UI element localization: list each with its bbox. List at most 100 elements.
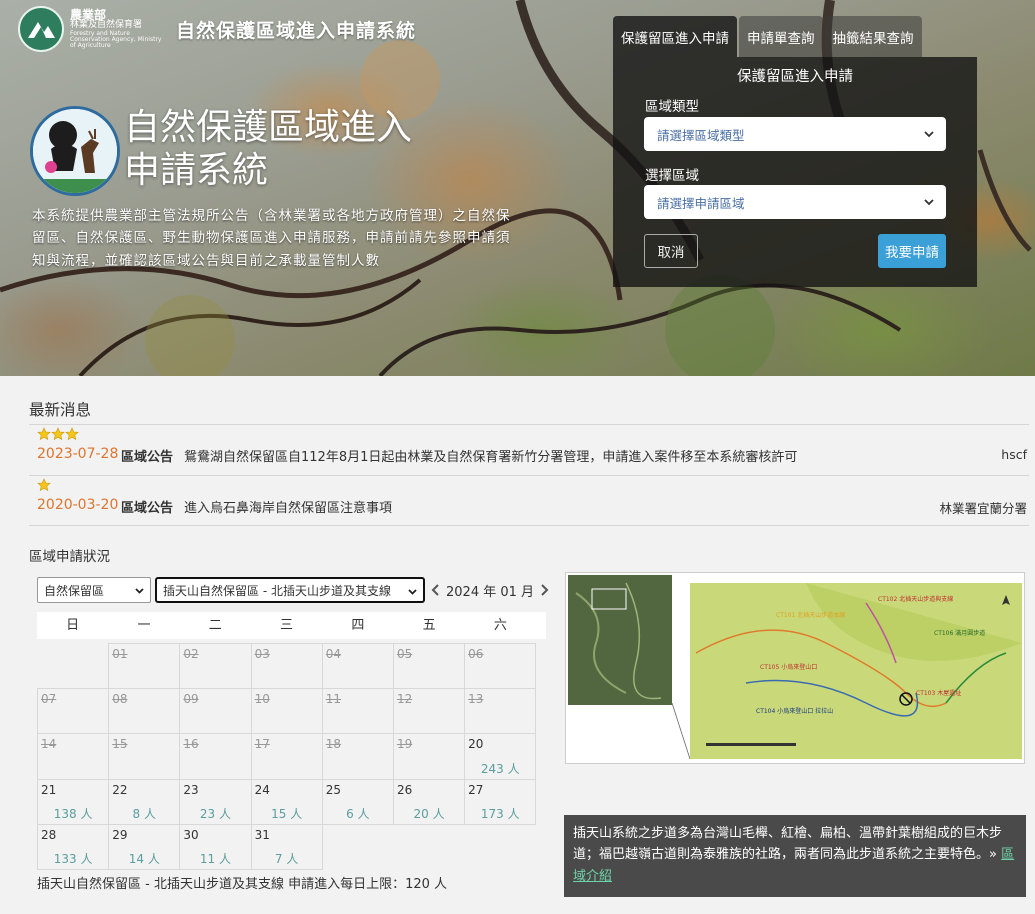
limit-value: 120 — [405, 877, 430, 892]
calendar-day-cell[interactable]: 25 6 人 — [321, 778, 394, 825]
calendar-day-cell[interactable]: 01 — [108, 643, 181, 690]
calendar-day-cell[interactable]: 04 — [321, 643, 394, 690]
news-stars — [37, 427, 79, 443]
month-label: 2024 年 01 月 — [446, 584, 535, 600]
calendar-day-cell[interactable]: 26 20 人 — [392, 778, 466, 825]
calendar-day-cell[interactable]: 06 — [464, 643, 537, 690]
chevron-down-icon — [924, 131, 934, 138]
tab-entry-application[interactable]: 保護留區進入申請 — [613, 16, 737, 57]
calendar-day-number: 21 — [41, 782, 57, 797]
org-en: Forestry and Nature Conservation Agency,… — [70, 29, 162, 50]
calendar-day-cell[interactable]: 20 243 人 — [464, 733, 537, 780]
calendar-day-cell[interactable]: 21 138 人 — [37, 778, 110, 825]
weekday-sun: 日 — [66, 618, 80, 633]
tab-lottery-result[interactable]: 抽籤結果查詢 — [824, 16, 922, 57]
calendar-day-count: 11 人 — [199, 851, 232, 866]
calendar-day-cell[interactable]: 29 14 人 — [108, 823, 181, 870]
calendar-day-number: 14 — [41, 737, 57, 752]
news-title-link[interactable]: 進入烏石鼻海岸自然保留區注意事項 — [184, 497, 392, 516]
trail-map[interactable]: CT102 北插天山步道與支線 CT101 北插天山步道本線 CT106 滿月圓… — [565, 572, 1025, 764]
area-info-text: 插天山系統之步道多為台灣山毛櫸、紅檜、扁柏、溫帶針葉樹組成的巨木步道；福巴越嶺古… — [573, 826, 1003, 863]
cancel-button[interactable]: 取消 — [644, 234, 698, 268]
calendar-day-cell[interactable]: 11 — [321, 688, 394, 735]
chevron-right-icon[interactable] — [538, 583, 550, 597]
month-nav: 2024 年 01 月 — [430, 580, 550, 600]
trail-map-illustration: CT102 北插天山步道與支線 CT101 北插天山步道本線 CT106 滿月圓… — [568, 575, 1022, 760]
area-dropdown[interactable]: 插天山自然保留區 - 北插天山步道及其支線 — [155, 577, 425, 603]
chevron-down-icon — [924, 199, 934, 206]
calendar-day-count: 20 人 — [413, 806, 445, 821]
calendar-day-cell[interactable]: 19 — [392, 733, 466, 780]
hero-description: 本系統提供農業部主管法規所公告（含林業署或各地方政府管理）之自然保留區、自然保護… — [32, 208, 511, 269]
calendar-day-cell[interactable]: 30 11 人 — [179, 823, 252, 870]
calendar-day-cell[interactable]: 05 — [392, 643, 466, 690]
calendar-day-number: 27 — [468, 782, 484, 797]
calendar-day-cell[interactable]: 07 — [37, 688, 110, 735]
calendar-day-cell[interactable]: 03 — [250, 643, 323, 690]
calendar-day-cell[interactable]: 23 23 人 — [179, 778, 252, 825]
weekday-wed: 三 — [280, 618, 294, 633]
area-select[interactable]: 請選擇申請區域 — [644, 185, 946, 219]
panel-title: 保護留區進入申請 — [737, 69, 853, 85]
calendar-day-cell[interactable]: 15 — [108, 733, 181, 780]
calendar-day-number: 24 — [254, 782, 270, 797]
area-dropdown-value: 插天山自然保留區 - 北插天山步道及其支線 — [163, 583, 391, 598]
apply-button[interactable]: 我要申請 — [878, 234, 946, 268]
weekday-thu: 四 — [351, 618, 365, 633]
area-type-select[interactable]: 請選擇區域類型 — [644, 117, 946, 151]
calendar-day-cell — [37, 643, 109, 689]
calendar-day-number: 08 — [112, 692, 128, 707]
top-bar: 農業部 林業及自然保育署 Forestry and Nature Conserv… — [18, 6, 416, 52]
calendar-day-number: 16 — [183, 737, 199, 752]
calendar-day-cell[interactable]: 10 — [250, 688, 323, 735]
calendar-day-cell[interactable]: 17 — [250, 733, 323, 780]
calendar-day-count: 243 人 — [480, 761, 520, 776]
calendar-day-number: 09 — [183, 692, 199, 707]
news-date: 2020-03-20 — [37, 497, 119, 513]
calendar-weekday-header: 日 一 二 三 四 五 六 — [37, 612, 546, 639]
news-item: 2020-03-20 區域公告 進入烏石鼻海岸自然保留區注意事項 林業署宜蘭分署 — [29, 475, 1029, 526]
hero-title-line2: 申請系統 — [124, 150, 269, 192]
calendar-day-cell[interactable]: 18 — [321, 733, 394, 780]
calendar-day-number: 25 — [325, 782, 342, 797]
calendar-day-cell[interactable]: 14 — [37, 733, 110, 780]
calendar-day-cell[interactable]: 27 173 人 — [464, 778, 537, 825]
calendar-day-count: 133 人 — [53, 851, 93, 866]
apply-tabs: 保護留區進入申請 申請單查詢 抽籤結果查詢 — [613, 16, 924, 57]
news-title-link[interactable]: 鴛鴦湖自然保留區自112年8月1日起由林業及自然保育署新竹分署管理，申請進入案件… — [184, 446, 797, 465]
area-type-dropdown[interactable]: 自然保留區 — [37, 577, 151, 603]
calendar-day-number: 15 — [112, 737, 128, 752]
calendar-day-cell[interactable]: 09 — [179, 688, 252, 735]
calendar-day-cell[interactable]: 13 — [464, 688, 537, 735]
calendar-day-cell[interactable]: 02 — [179, 643, 252, 690]
map-label: CT104 小烏來登山口 拉拉山 — [756, 707, 833, 715]
site-title[interactable]: 自然保護區域進入申請系統 — [176, 16, 416, 43]
chevron-left-icon[interactable] — [430, 583, 442, 597]
weekday-mon: 一 — [137, 618, 151, 633]
calendar-day-number: 01 — [112, 647, 128, 661]
map-label: CT102 北插天山步道與支線 — [878, 595, 953, 603]
calendar-day-cell[interactable]: 16 — [179, 733, 252, 780]
area-select-value: 請選擇申請區域 — [657, 195, 745, 211]
limit-prefix: 插天山自然保留區 - 北插天山步道及其支線 申請進入每日上限： — [37, 877, 406, 892]
area-type-dropdown-value: 自然保留區 — [44, 583, 105, 598]
tab-application-query[interactable]: 申請單查詢 — [739, 16, 823, 57]
calendar-day-cell[interactable]: 08 — [108, 688, 181, 735]
calendar-day-number: 06 — [468, 647, 484, 661]
calendar-day-number: 07 — [41, 692, 57, 707]
news-source: 林業署宜蘭分署 — [939, 501, 1027, 516]
calendar-day-cell[interactable]: 24 15 人 — [250, 778, 323, 825]
star-icon — [65, 427, 79, 441]
calendar-grid: 01 02 03 04 05 06 07 08 09 10 11 12 13 14 15 16 17 18 19 20… — [37, 643, 537, 870]
calendar-day-number: 23 — [183, 782, 199, 797]
calendar-day-cell[interactable]: 31 7 人 — [250, 823, 323, 870]
weekday-tue: 二 — [208, 618, 222, 633]
calendar-day-cell[interactable]: 28 133 人 — [37, 823, 110, 870]
calendar-day-number: 20 — [468, 737, 484, 752]
hero-title-line1: 自然保護區域進入 — [124, 107, 413, 148]
calendar-day-cell[interactable]: 12 — [392, 688, 466, 735]
daily-limit-note: 插天山自然保留區 - 北插天山步道及其支線 申請進入每日上限：120 人 — [37, 873, 447, 892]
calendar-day-cell[interactable]: 22 8 人 — [108, 778, 181, 825]
agency-logo-icon[interactable] — [18, 6, 64, 52]
apply-panel: 保護留區進入申請 區域類型 請選擇區域類型 選擇區域 請選擇申請區域 取消 我要… — [613, 57, 977, 287]
